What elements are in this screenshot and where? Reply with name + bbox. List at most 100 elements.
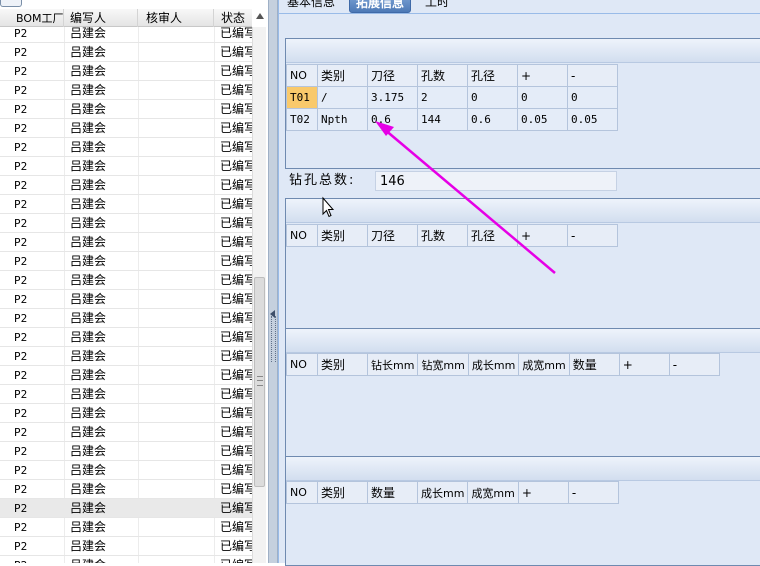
column-header-quantity[interactable]: 数量 [367, 481, 418, 504]
column-header-hole-diameter[interactable]: 孔径 [467, 64, 518, 87]
cell-type[interactable]: / [317, 86, 368, 109]
cell-reviewer [142, 43, 212, 62]
list-row[interactable]: P2 吕建会 已编写 [0, 518, 252, 537]
cell-minus[interactable]: 0.05 [567, 108, 618, 131]
list-row[interactable]: P2 吕建会 已编写 [0, 138, 252, 157]
column-header-type[interactable]: 类别 [317, 64, 368, 87]
cell-minus[interactable]: 0 [567, 86, 618, 109]
cell-author: 吕建会 [70, 349, 107, 363]
list-rows: P2 吕建会 已编写 P2 吕建会 已编写 P2 吕建会 已编写 P2 吕建会 已编写 P2 吕建会 已编写… [0, 27, 252, 563]
scrollbar-thumb[interactable] [254, 277, 265, 487]
list-row[interactable]: P2 吕建会 已编写 [0, 537, 252, 556]
list-row[interactable]: P2 吕建会 已编写 [0, 461, 252, 480]
list-row[interactable]: P2 吕建会 已编写 [0, 157, 252, 176]
column-header-plus[interactable]: + [618, 353, 670, 376]
column-header-plus[interactable]: + [517, 224, 568, 247]
collapse-button[interactable] [0, 0, 22, 7]
column-header-factory[interactable]: BOM工厂 [0, 9, 64, 27]
tab-extended-info[interactable]: 拓展信息 [349, 0, 412, 13]
column-header-type[interactable]: 类别 [317, 481, 368, 504]
cell-hole-diameter[interactable]: 0 [467, 86, 518, 109]
cell-type[interactable]: Npth [317, 108, 368, 131]
column-header-quantity[interactable]: 数量 [568, 353, 620, 376]
list-row[interactable]: P2 吕建会 已编写 [0, 62, 252, 81]
cell-plus[interactable]: 0.05 [517, 108, 568, 131]
column-header-tool-diameter[interactable]: 刀径 [367, 224, 418, 247]
cell-hole-count[interactable]: 2 [417, 86, 468, 109]
tab-work-hours[interactable]: 工时 [419, 0, 455, 13]
column-header-no[interactable]: NO [286, 481, 318, 504]
list-row[interactable]: P2 吕建会 已编写 [0, 119, 252, 138]
cell-plus[interactable]: 0 [517, 86, 568, 109]
table-header-row: NO 类别 数量 成长mm 成宽mm + - [286, 481, 619, 504]
cell-hole-diameter[interactable]: 0.6 [467, 108, 518, 131]
column-header-no[interactable]: NO [286, 224, 318, 247]
list-row[interactable]: P2 吕建会 已编写 [0, 423, 252, 442]
section-header [286, 199, 760, 223]
sort-up-icon[interactable] [256, 13, 264, 19]
list-row[interactable]: P2 吕建会 已编写 [0, 100, 252, 119]
column-header-hole-diameter[interactable]: 孔径 [467, 224, 518, 247]
list-row[interactable]: P2 吕建会 已编写 [0, 328, 252, 347]
list-row[interactable]: P2 吕建会 已编写 [0, 252, 252, 271]
panel-splitter[interactable] [268, 0, 278, 563]
cell-reviewer [142, 537, 212, 556]
list-row[interactable]: P2 吕建会 已编写 [0, 176, 252, 195]
bom-list-panel: BOM工厂 编写人 核审人 状态 P2 吕建会 已编写 P2 吕建会 已编写 P2 吕建会 已编… [0, 0, 268, 563]
cell-tool-diameter[interactable]: 0.6 [367, 108, 418, 131]
column-header-finished-length[interactable]: 成长mm [416, 481, 469, 504]
column-header-drill-length[interactable]: 钻长mm [366, 353, 419, 376]
list-row[interactable]: P2 吕建会 已编写 [0, 214, 252, 233]
cell-factory: P2 [14, 293, 28, 306]
column-header-minus[interactable]: - [567, 481, 619, 504]
column-header-minus[interactable]: - [567, 224, 618, 247]
cell-no[interactable]: T02 [286, 108, 318, 131]
cell-hole-count[interactable]: 144 [417, 108, 468, 131]
column-header-plus[interactable]: + [517, 481, 569, 504]
list-row[interactable]: P2 吕建会 已编写 [0, 385, 252, 404]
list-row[interactable]: P2 吕建会 已编写 [0, 347, 252, 366]
column-header-reviewer[interactable]: 核审人 [138, 9, 214, 27]
cell-no[interactable]: T01 [286, 86, 318, 109]
column-header-no[interactable]: NO [286, 64, 318, 87]
list-row[interactable]: P2 吕建会 已编写 [0, 499, 252, 518]
column-header-tool-diameter[interactable]: 刀径 [367, 64, 418, 87]
list-row[interactable]: P2 吕建会 已编写 [0, 233, 252, 252]
list-row[interactable]: P2 吕建会 已编写 [0, 27, 252, 43]
column-header-type[interactable]: 类别 [317, 224, 368, 247]
table-row[interactable]: T01 / 3.175 2 0 0 0 [286, 86, 618, 109]
column-header-drill-width[interactable]: 钻宽mm [417, 353, 469, 376]
column-header-finished-length[interactable]: 成长mm [467, 353, 520, 376]
list-row[interactable]: P2 吕建会 已编写 [0, 480, 252, 499]
list-row[interactable]: P2 吕建会 已编写 [0, 556, 252, 563]
cell-factory: P2 [14, 445, 28, 458]
list-row[interactable]: P2 吕建会 已编写 [0, 43, 252, 62]
column-header-type[interactable]: 类别 [317, 353, 368, 376]
column-header-hole-count[interactable]: 孔数 [417, 64, 468, 87]
total-drill-field[interactable]: 146 [375, 171, 617, 191]
column-header-minus[interactable]: - [567, 64, 618, 87]
column-header-finished-width[interactable]: 成宽mm [518, 353, 570, 376]
column-header-finished-width[interactable]: 成宽mm [467, 481, 519, 504]
list-row[interactable]: P2 吕建会 已编写 [0, 309, 252, 328]
column-header-status[interactable]: 状态 [214, 9, 252, 27]
column-header-no[interactable]: NO [286, 353, 318, 376]
list-row[interactable]: P2 吕建会 已编写 [0, 404, 252, 423]
list-row[interactable]: P2 吕建会 已编写 [0, 290, 252, 309]
list-row[interactable]: P2 吕建会 已编写 [0, 81, 252, 100]
tab-basic-info-label: 基本信息 [287, 0, 336, 9]
table-row[interactable]: T02 Npth 0.6 144 0.6 0.05 0.05 [286, 108, 618, 131]
list-row[interactable]: P2 吕建会 已编写 [0, 366, 252, 385]
column-header-minus[interactable]: - [668, 353, 720, 376]
tab-basic-info[interactable]: 基本信息 [281, 0, 341, 13]
cell-tool-diameter[interactable]: 3.175 [367, 86, 418, 109]
column-header-author[interactable]: 编写人 [64, 9, 138, 27]
list-row[interactable]: P2 吕建会 已编写 [0, 195, 252, 214]
list-row[interactable]: P2 吕建会 已编写 [0, 442, 252, 461]
cell-factory: P2 [14, 407, 28, 420]
cell-author: 吕建会 [70, 45, 107, 59]
vertical-scrollbar[interactable] [252, 27, 266, 563]
column-header-hole-count[interactable]: 孔数 [417, 224, 468, 247]
list-row[interactable]: P2 吕建会 已编写 [0, 271, 252, 290]
column-header-plus[interactable]: + [517, 64, 568, 87]
